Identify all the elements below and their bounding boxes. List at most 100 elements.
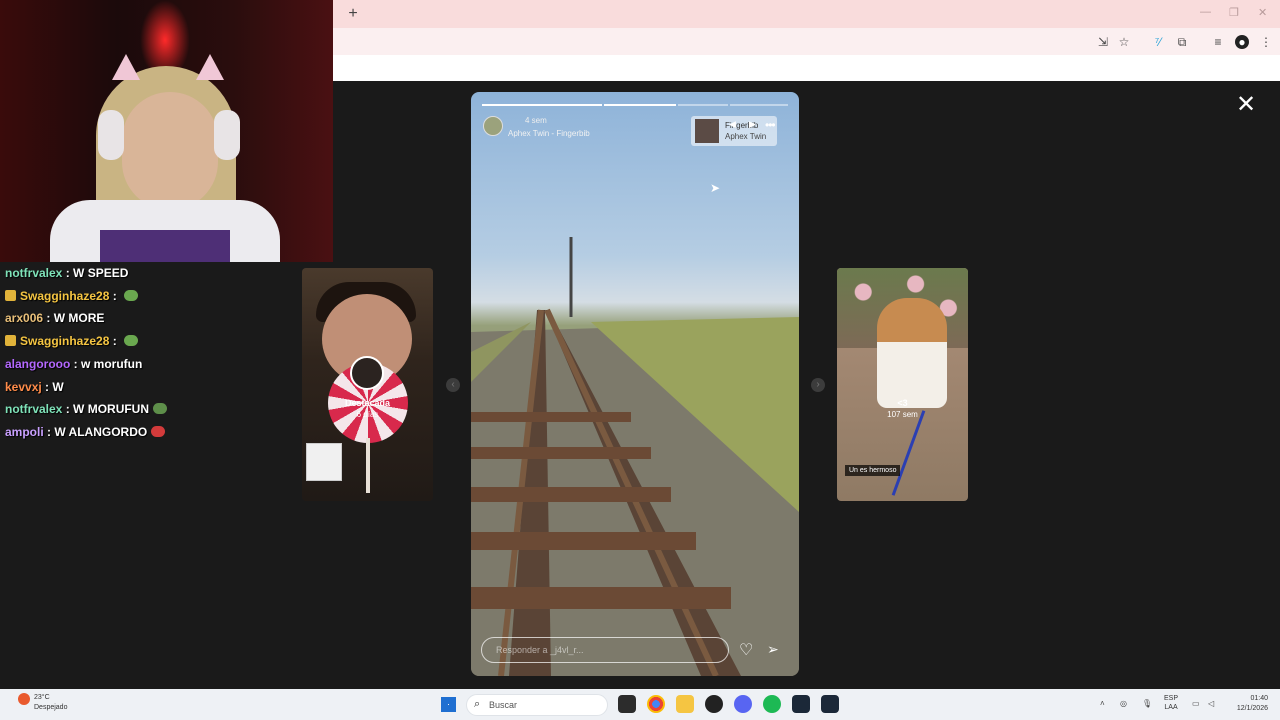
chat-emote-icon — [124, 335, 139, 347]
dog-image — [877, 298, 947, 408]
story-avatar — [350, 356, 384, 390]
chat-username[interactable]: notfrvalex — [5, 402, 62, 416]
clock[interactable]: 01:40 12/1/2026 — [1228, 694, 1268, 714]
next-arrow-icon[interactable]: › — [811, 378, 825, 392]
reply-input[interactable]: Responder a _j4vl_r... — [481, 637, 729, 663]
shirt-print — [100, 230, 230, 262]
progress-segment — [678, 104, 728, 106]
story-time: 6 días — [356, 410, 379, 419]
chat-username[interactable]: Swagginhaze28 — [20, 334, 109, 348]
extensions-icon[interactable]: ⧉ — [1175, 35, 1189, 49]
language-line2: LAA — [1164, 704, 1178, 711]
weather-description: Despejado — [34, 704, 68, 711]
chat-message: alangorooo : w morufun — [5, 357, 142, 377]
cat-ear-right — [196, 54, 224, 80]
clock-time: 01:40 — [1250, 695, 1268, 702]
microphone-icon[interactable]: 🎙 — [1142, 699, 1152, 708]
story-avatar[interactable] — [483, 116, 503, 136]
discord-icon[interactable] — [734, 695, 752, 713]
close-viewer-button[interactable]: ✕ — [1236, 93, 1256, 117]
chat-separator: : — [43, 424, 55, 439]
app-icon[interactable] — [705, 695, 723, 713]
chat-message: notfrvalex : W SPEED — [5, 266, 128, 286]
network-icon[interactable]: ◎ — [1120, 699, 1127, 708]
chat-text: W — [52, 379, 64, 394]
chat-username[interactable]: alangorooo — [5, 357, 70, 371]
screen: + — ❐ ✕ ⇲ ☆ ⁷⁄ ⧉ ≡ ● ⋮ ✕ Destacada 6 día… — [0, 0, 1280, 720]
more-options-icon[interactable]: ••• — [765, 118, 776, 132]
progress-segment — [482, 104, 602, 106]
taskbar: 23°C Despejado ⌕ Buscar ˄ ◎ 🎙 ESP LAA ▭ … — [0, 689, 1280, 720]
chat-username[interactable]: Swagginhaze28 — [20, 289, 109, 303]
minimize-icon[interactable]: — — [1200, 6, 1211, 18]
leash-image — [891, 410, 926, 496]
sub-badge-icon — [5, 335, 16, 347]
install-icon[interactable]: ⇲ — [1096, 35, 1110, 49]
weather-icon[interactable] — [18, 693, 30, 705]
clock-date: 12/1/2026 — [1236, 705, 1268, 712]
media-icon[interactable]: ≡ — [1211, 35, 1225, 49]
new-tab-button[interactable]: + — [344, 5, 362, 23]
language-indicator[interactable]: ESP LAA — [1164, 694, 1178, 712]
search-icon: ⌕ — [474, 698, 481, 710]
steam-icon[interactable] — [792, 695, 810, 713]
chat-emote-icon — [153, 403, 168, 415]
chat-message: notfrvalex : W MORUFUN — [5, 402, 168, 422]
story-badge: <3 — [897, 398, 908, 408]
close-window-icon[interactable]: ✕ — [1258, 6, 1267, 19]
file-explorer-icon[interactable] — [676, 695, 694, 713]
send-icon[interactable]: ➢ — [767, 641, 779, 658]
chat-emote-icon — [151, 425, 166, 437]
chat-separator: : — [43, 311, 54, 326]
chat-text: W MORUFUN — [73, 402, 150, 417]
taskbar-search[interactable]: ⌕ Buscar — [466, 694, 608, 716]
music-artist: Aphex Twin — [725, 132, 767, 141]
translate-extension-icon[interactable]: ⁷⁄ — [1151, 35, 1165, 49]
weather-temperature: 23°C — [34, 694, 50, 701]
headphone-right — [214, 110, 240, 160]
chat-text: W ALANGORDO — [54, 424, 148, 439]
like-heart-icon[interactable]: ♡ — [739, 640, 753, 660]
chat-username[interactable]: ampoli — [5, 425, 44, 439]
chat-emote-icon — [124, 289, 139, 301]
spotify-icon[interactable] — [763, 695, 781, 713]
chevron-up-icon[interactable]: ˄ — [1100, 699, 1105, 708]
profile-icon[interactable]: ● — [1235, 35, 1249, 49]
next-story-preview[interactable]: <3 107 sem Un es hermoso — [837, 268, 968, 501]
start-button[interactable] — [441, 697, 456, 712]
sub-badge-icon — [5, 289, 16, 301]
chat-separator: : — [62, 402, 74, 417]
volume-icon[interactable]: ◁ — [1208, 699, 1214, 708]
previous-story-preview[interactable]: Destacada 6 días — [302, 268, 433, 501]
chrome-icon[interactable] — [647, 695, 665, 713]
chat-separator: : — [109, 288, 121, 303]
chat-username[interactable]: notfrvalex — [5, 266, 62, 280]
chat-text: W SPEED — [73, 266, 129, 280]
display-icon[interactable]: ▭ — [1192, 699, 1200, 708]
chat-text: w morufun — [81, 356, 143, 371]
maximize-icon[interactable]: ❐ — [1229, 6, 1239, 19]
star-icon[interactable]: ☆ — [1117, 35, 1131, 49]
play-icon[interactable]: ▶ — [749, 119, 756, 130]
previous-arrow-icon[interactable]: ‹ — [446, 378, 460, 392]
mute-icon[interactable]: ◀ — [729, 119, 736, 130]
album-art — [695, 119, 719, 143]
story-song[interactable]: Aphex Twin - Fingerbib — [508, 129, 590, 138]
language-line1: ESP — [1164, 695, 1179, 702]
story-time: 4 sem — [525, 116, 547, 125]
headphone-left — [98, 110, 124, 160]
chat-separator: : — [70, 356, 82, 371]
streamer-face — [122, 92, 218, 210]
current-story[interactable]: 4 sem Aphex Twin - Fingerbib Fingerbib A… — [471, 92, 799, 676]
menu-icon[interactable]: ⋮ — [1259, 35, 1273, 49]
chat-separator: : — [62, 266, 74, 280]
story-sticker: Un es hermoso — [845, 465, 901, 476]
chat-message: ampoli : W ALANGORDO — [5, 424, 166, 445]
chat-username[interactable]: kevvxj — [5, 380, 42, 394]
steam-icon-2[interactable] — [821, 695, 839, 713]
chat-text: W MORE — [53, 311, 105, 326]
chat-message: Swagginhaze28 : — [5, 334, 139, 354]
task-view-icon[interactable] — [618, 695, 636, 713]
chat-username[interactable]: arx006 — [5, 311, 43, 325]
story-owner-name: Destacada — [344, 398, 391, 408]
